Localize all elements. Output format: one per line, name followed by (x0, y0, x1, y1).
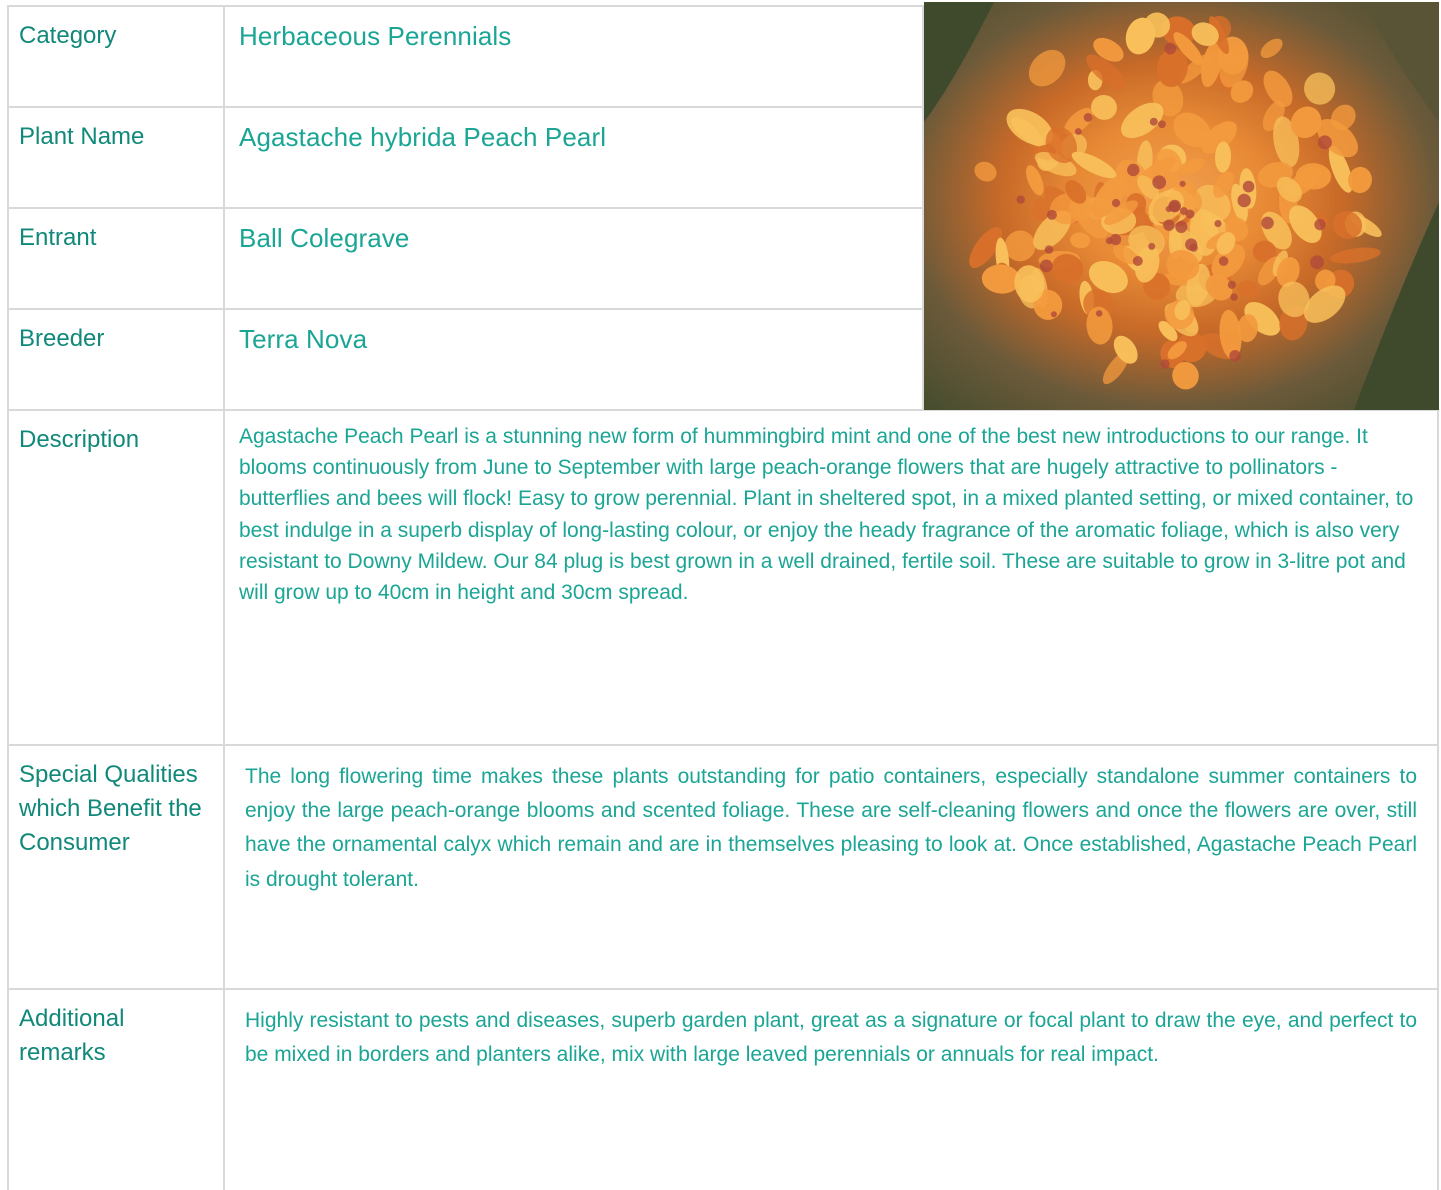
row-special-qualities: Special Qualities which Benefit the Cons… (7, 744, 1439, 990)
label-cell: Additional remarks (7, 988, 225, 1190)
category-value: Herbaceous Perennials (239, 21, 512, 51)
value-cell: Highly resistant to pests and diseases, … (223, 988, 1439, 1190)
row-additional-remarks: Additional remarks Highly resistant to p… (7, 988, 1439, 1190)
entrant-value: Ball Colegrave (239, 223, 410, 253)
value-cell: The long flowering time makes these plan… (223, 744, 1439, 990)
label-cell: Category (7, 5, 225, 108)
row-category: Category Herbaceous Perennials (7, 2, 1439, 411)
plant-entry-table: Category Herbaceous Perennials Plant Nam… (7, 2, 1439, 1190)
category-label: Category (19, 22, 117, 49)
entrant-label: Entrant (19, 224, 97, 251)
additional-remarks-text: Highly resistant to pests and diseases, … (245, 1009, 1417, 1067)
plant-name-value: Agastache hybrida Peach Pearl (239, 122, 607, 152)
value-cell: Agastache Peach Pearl is a stunning new … (223, 409, 1439, 746)
breeder-label: Breeder (19, 325, 105, 352)
plant-entry-sheet: Category Herbaceous Perennials Plant Nam… (7, 2, 1439, 1190)
photo-cell (922, 2, 1439, 411)
label-cell: Special Qualities which Benefit the Cons… (7, 744, 225, 990)
label-cell: Description (7, 409, 225, 746)
value-cell: Terra Nova (223, 308, 924, 411)
breeder-value: Terra Nova (239, 324, 368, 354)
row-description: Description Agastache Peach Pearl is a s… (7, 409, 1439, 746)
value-cell: Herbaceous Perennials (223, 5, 924, 108)
plant-name-label: Plant Name (19, 123, 145, 150)
agastache-flower-photo (924, 2, 1439, 410)
additional-remarks-label: Additional remarks (19, 1005, 125, 1066)
value-cell: Ball Colegrave (223, 207, 924, 310)
label-cell: Entrant (7, 207, 225, 310)
flower-image-icon (924, 2, 1439, 410)
description-label: Description (19, 426, 140, 453)
label-cell: Plant Name (7, 106, 225, 209)
label-cell: Breeder (7, 308, 225, 411)
description-text: Agastache Peach Pearl is a stunning new … (239, 425, 1414, 605)
special-qualities-text: The long flowering time makes these plan… (245, 765, 1417, 891)
special-qualities-label: Special Qualities which Benefit the Cons… (19, 761, 202, 856)
value-cell: Agastache hybrida Peach Pearl (223, 106, 924, 209)
